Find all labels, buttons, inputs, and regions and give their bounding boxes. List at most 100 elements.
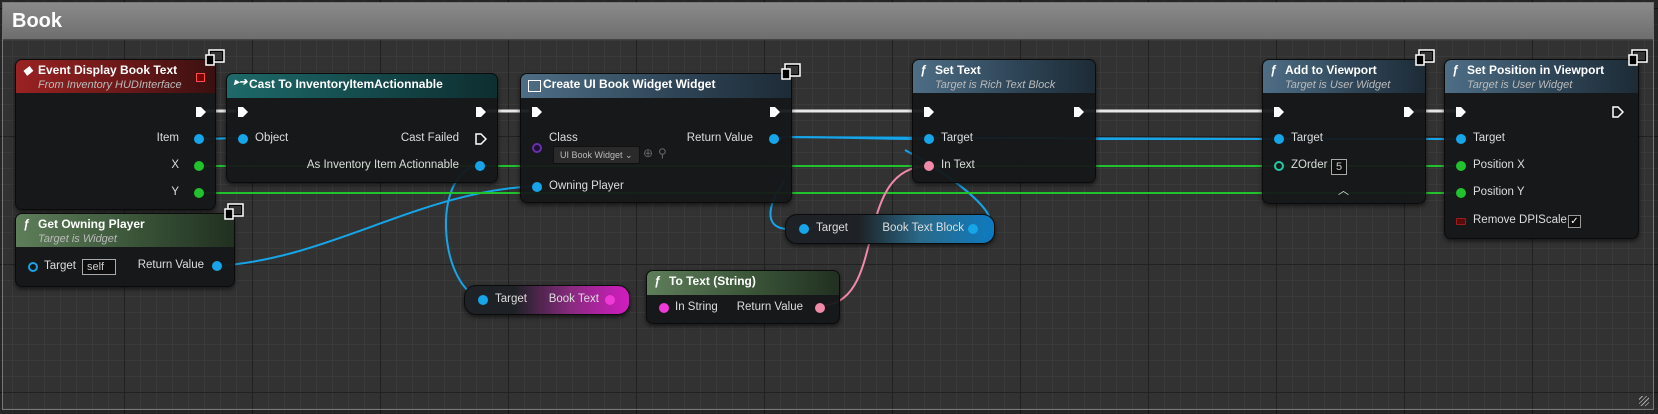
exec-in-pin[interactable] <box>923 106 935 118</box>
pin-label-book-text: Book Text <box>548 293 599 305</box>
object-pin[interactable] <box>238 134 248 144</box>
node-header[interactable]: ƒ Set Text Target is Rich Text Block <box>913 60 1095 93</box>
target-pin[interactable] <box>799 224 809 234</box>
network-icon <box>224 203 244 220</box>
function-icon: ƒ <box>1452 63 1459 77</box>
event-icon: ◆ <box>23 63 33 77</box>
pin-label-y: Y <box>171 186 179 198</box>
target-pin[interactable] <box>1274 134 1284 144</box>
object-wire <box>445 165 484 300</box>
pin-label-target: Target <box>44 260 76 272</box>
in-string-pin[interactable] <box>659 303 669 313</box>
exec-out-pin[interactable] <box>195 106 207 118</box>
delegate-pin[interactable] <box>196 73 205 82</box>
node-header[interactable]: Create UI Book Widget Widget <box>521 63 801 98</box>
pin-label-target: Target <box>941 132 973 144</box>
position-x-pin[interactable] <box>1456 161 1466 171</box>
item-pin[interactable] <box>194 134 204 144</box>
position-y-pin[interactable] <box>1456 188 1466 198</box>
pin-label-class: Class <box>549 132 578 144</box>
node-subtitle: From Inventory HUDInterface <box>38 79 182 91</box>
pin-label-target: Target <box>1473 132 1505 144</box>
node-title: Create UI Book Widget Widget <box>543 77 716 91</box>
exec-in-pin[interactable] <box>531 106 543 118</box>
class-value: UI Book Widget <box>560 150 623 160</box>
node-header[interactable]: ƒ Get Owning Player Target is Widget <box>16 203 244 247</box>
class-pin[interactable] <box>532 143 542 153</box>
exec-in-pin[interactable] <box>237 106 249 118</box>
object-wire <box>214 185 539 267</box>
cast-node[interactable]: ▸➔ Cast To InventoryItemActionnable Obje… <box>226 73 498 183</box>
node-header[interactable]: ƒ Set Position in Viewport Target is Use… <box>1445 49 1648 93</box>
book-text-var-node[interactable]: Target Book Text <box>464 285 630 315</box>
y-pin[interactable] <box>194 188 204 198</box>
pin-label-return-value: Return Value <box>686 132 753 144</box>
zorder-input[interactable]: 5 <box>1331 159 1348 175</box>
network-icon <box>205 49 225 66</box>
as-item-pin[interactable] <box>475 161 485 171</box>
node-title: Add to Viewport <box>1285 63 1377 77</box>
class-dropdown[interactable]: UI Book Widget ⌄ <box>553 146 640 164</box>
return-value-pin[interactable] <box>769 134 779 144</box>
node-header[interactable]: ƒ Add to Viewport Target is User Widget <box>1263 49 1435 93</box>
node-title: To Text (String) <box>669 274 756 288</box>
node-header[interactable]: ◆ Event Display Book Text From Inventory… <box>16 49 225 93</box>
graph-canvas[interactable]: Book ◆ Event Display Book Text From Inve… <box>0 0 1658 414</box>
x-pin[interactable] <box>194 161 204 171</box>
node-header[interactable]: ƒ To Text (String) <box>647 271 839 295</box>
exec-out-pin[interactable] <box>769 106 781 118</box>
node-title: Event Display Book Text <box>38 63 178 77</box>
pin-label-item: Item <box>156 132 179 144</box>
collapse-advanced-icon[interactable]: ︿ <box>1338 182 1349 198</box>
remove-dpi-pin[interactable] <box>1456 218 1466 225</box>
target-pin[interactable] <box>924 134 934 144</box>
node-subtitle: Target is User Widget <box>1285 79 1391 91</box>
widget-icon <box>528 80 541 92</box>
book-text-block-var-node[interactable]: Target Book Text Block <box>785 214 995 244</box>
node-title: Get Owning Player <box>38 217 145 231</box>
target-pin[interactable] <box>28 262 38 272</box>
return-value-pin[interactable] <box>212 261 222 271</box>
create-widget-node[interactable]: Create UI Book Widget Widget Class UI Bo… <box>520 63 801 203</box>
return-value-pin[interactable] <box>815 303 825 313</box>
pin-label-target: Target <box>816 222 848 234</box>
exec-out-pin[interactable] <box>1612 106 1624 118</box>
target-pin[interactable] <box>478 295 488 305</box>
book-text-pin[interactable] <box>605 295 615 305</box>
browse-icon[interactable]: ⊕ <box>643 146 653 160</box>
set-text-node[interactable]: ƒ Set Text Target is Rich Text Block Tar… <box>912 59 1096 183</box>
search-icon[interactable]: ⚲ <box>658 146 667 160</box>
node-header[interactable]: ▸➔ Cast To InventoryItemActionnable <box>227 74 497 98</box>
exec-out-pin[interactable] <box>1073 106 1085 118</box>
exec-in-pin[interactable] <box>1273 106 1285 118</box>
set-position-node[interactable]: ƒ Set Position in Viewport Target is Use… <box>1444 49 1648 239</box>
pin-label-return-value: Return Value <box>137 259 204 271</box>
event-node[interactable]: ◆ Event Display Book Text From Inventory… <box>15 49 225 210</box>
pin-label-remove-dpi: Remove DPIScale <box>1473 214 1567 226</box>
exec-in-pin[interactable] <box>1455 106 1467 118</box>
get-owning-player-node[interactable]: ƒ Get Owning Player Target is Widget Tar… <box>15 203 244 287</box>
add-to-viewport-node[interactable]: ƒ Add to Viewport Target is User Widget … <box>1262 49 1435 204</box>
exec-out-pin[interactable] <box>475 106 487 118</box>
node-subtitle: Target is User Widget <box>1467 79 1573 91</box>
in-text-pin[interactable] <box>924 161 934 171</box>
target-pin[interactable] <box>1456 134 1466 144</box>
network-icon <box>1415 49 1435 66</box>
function-icon: ƒ <box>1270 63 1277 77</box>
cast-failed-exec-pin[interactable] <box>475 133 487 145</box>
node-title: Cast To InventoryItemActionnable <box>249 77 443 91</box>
book-text-block-pin[interactable] <box>968 224 978 234</box>
zorder-pin[interactable] <box>1274 161 1284 171</box>
pin-label-owning-player: Owning Player <box>549 180 624 192</box>
target-self-input[interactable]: self <box>82 259 116 275</box>
owning-player-pin[interactable] <box>532 182 542 192</box>
remove-dpi-checkbox[interactable]: ✓ <box>1568 215 1581 228</box>
pin-label-object: Object <box>255 132 289 144</box>
exec-out-pin[interactable] <box>1403 106 1415 118</box>
pin-label-x: X <box>171 159 179 171</box>
pin-label-return-value: Return Value <box>736 301 803 313</box>
pin-label-as-item: As Inventory Item Actionnable <box>306 159 459 171</box>
network-icon <box>1628 49 1648 66</box>
to-text-node[interactable]: ƒ To Text (String) In String Return Valu… <box>646 270 840 324</box>
node-subtitle: Target is Rich Text Block <box>935 79 1056 91</box>
